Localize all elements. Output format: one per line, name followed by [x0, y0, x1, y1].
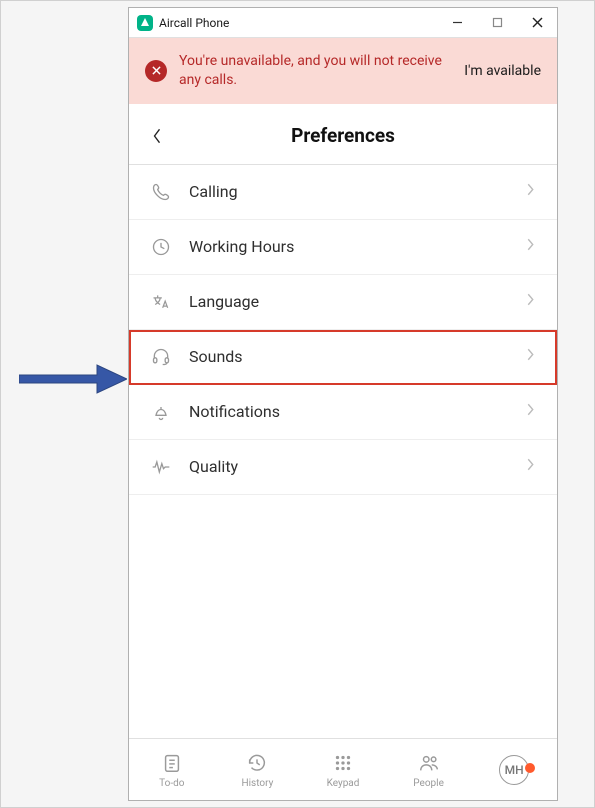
banner-message: You're unavailable, and you will not rec…: [179, 52, 452, 90]
menu-item-label: Sounds: [189, 347, 508, 366]
aircall-logo-icon: [137, 15, 153, 31]
titlebar: Aircall Phone: [129, 8, 557, 38]
chevron-right-icon: [526, 182, 535, 201]
menu-item-label: Calling: [189, 182, 508, 201]
chevron-right-icon: [526, 402, 535, 421]
people-icon: [417, 751, 441, 775]
menu-item-notifications[interactable]: Notifications: [129, 385, 557, 440]
chevron-right-icon: [526, 237, 535, 256]
menu-item-language[interactable]: Language: [129, 275, 557, 330]
nav-todo[interactable]: To-do: [129, 751, 215, 789]
minimize-button[interactable]: [437, 8, 477, 38]
bottom-nav: To-do History Keypad: [129, 738, 557, 800]
menu-item-label: Working Hours: [189, 237, 508, 256]
nav-people[interactable]: People: [386, 751, 472, 789]
close-button[interactable]: [517, 8, 557, 38]
nav-label: People: [413, 778, 444, 789]
unavailable-icon: [145, 60, 167, 82]
menu-item-working-hours[interactable]: Working Hours: [129, 220, 557, 275]
maximize-button[interactable]: [477, 8, 517, 38]
chevron-right-icon: [526, 347, 535, 366]
chevron-right-icon: [526, 292, 535, 311]
waveform-icon: [151, 457, 171, 477]
language-icon: [151, 292, 171, 312]
bell-icon: [151, 402, 171, 422]
history-icon: [245, 751, 269, 775]
phone-icon: [151, 182, 171, 202]
menu-item-label: Notifications: [189, 402, 508, 421]
app-window: Aircall Phone You're unavailable, and yo…: [128, 7, 558, 801]
status-badge: [525, 763, 535, 773]
nav-label: Keypad: [327, 778, 360, 789]
headset-icon: [151, 347, 171, 367]
menu-item-label: Language: [189, 292, 508, 311]
clock-icon: [151, 237, 171, 257]
back-button[interactable]: [145, 124, 169, 148]
nav-history[interactable]: History: [215, 751, 301, 789]
page-header: Preferences: [129, 106, 557, 164]
keypad-icon: [331, 751, 355, 775]
preferences-menu: Calling Working Hours: [129, 165, 557, 495]
menu-item-calling[interactable]: Calling: [129, 165, 557, 220]
window-title: Aircall Phone: [159, 16, 437, 30]
nav-profile[interactable]: MH: [471, 755, 557, 785]
page-title: Preferences: [169, 124, 517, 147]
callout-arrow: [19, 363, 127, 395]
nav-label: To-do: [159, 778, 184, 789]
page-frame: Aircall Phone You're unavailable, and yo…: [0, 0, 595, 808]
chevron-right-icon: [526, 457, 535, 476]
nav-keypad[interactable]: Keypad: [300, 751, 386, 789]
menu-item-quality[interactable]: Quality: [129, 440, 557, 495]
availability-banner: You're unavailable, and you will not rec…: [129, 38, 557, 104]
todo-icon: [160, 751, 184, 775]
menu-item-label: Quality: [189, 457, 508, 476]
im-available-button[interactable]: I'm available: [464, 63, 541, 79]
menu-item-sounds[interactable]: Sounds: [129, 330, 557, 385]
nav-label: History: [241, 778, 273, 789]
